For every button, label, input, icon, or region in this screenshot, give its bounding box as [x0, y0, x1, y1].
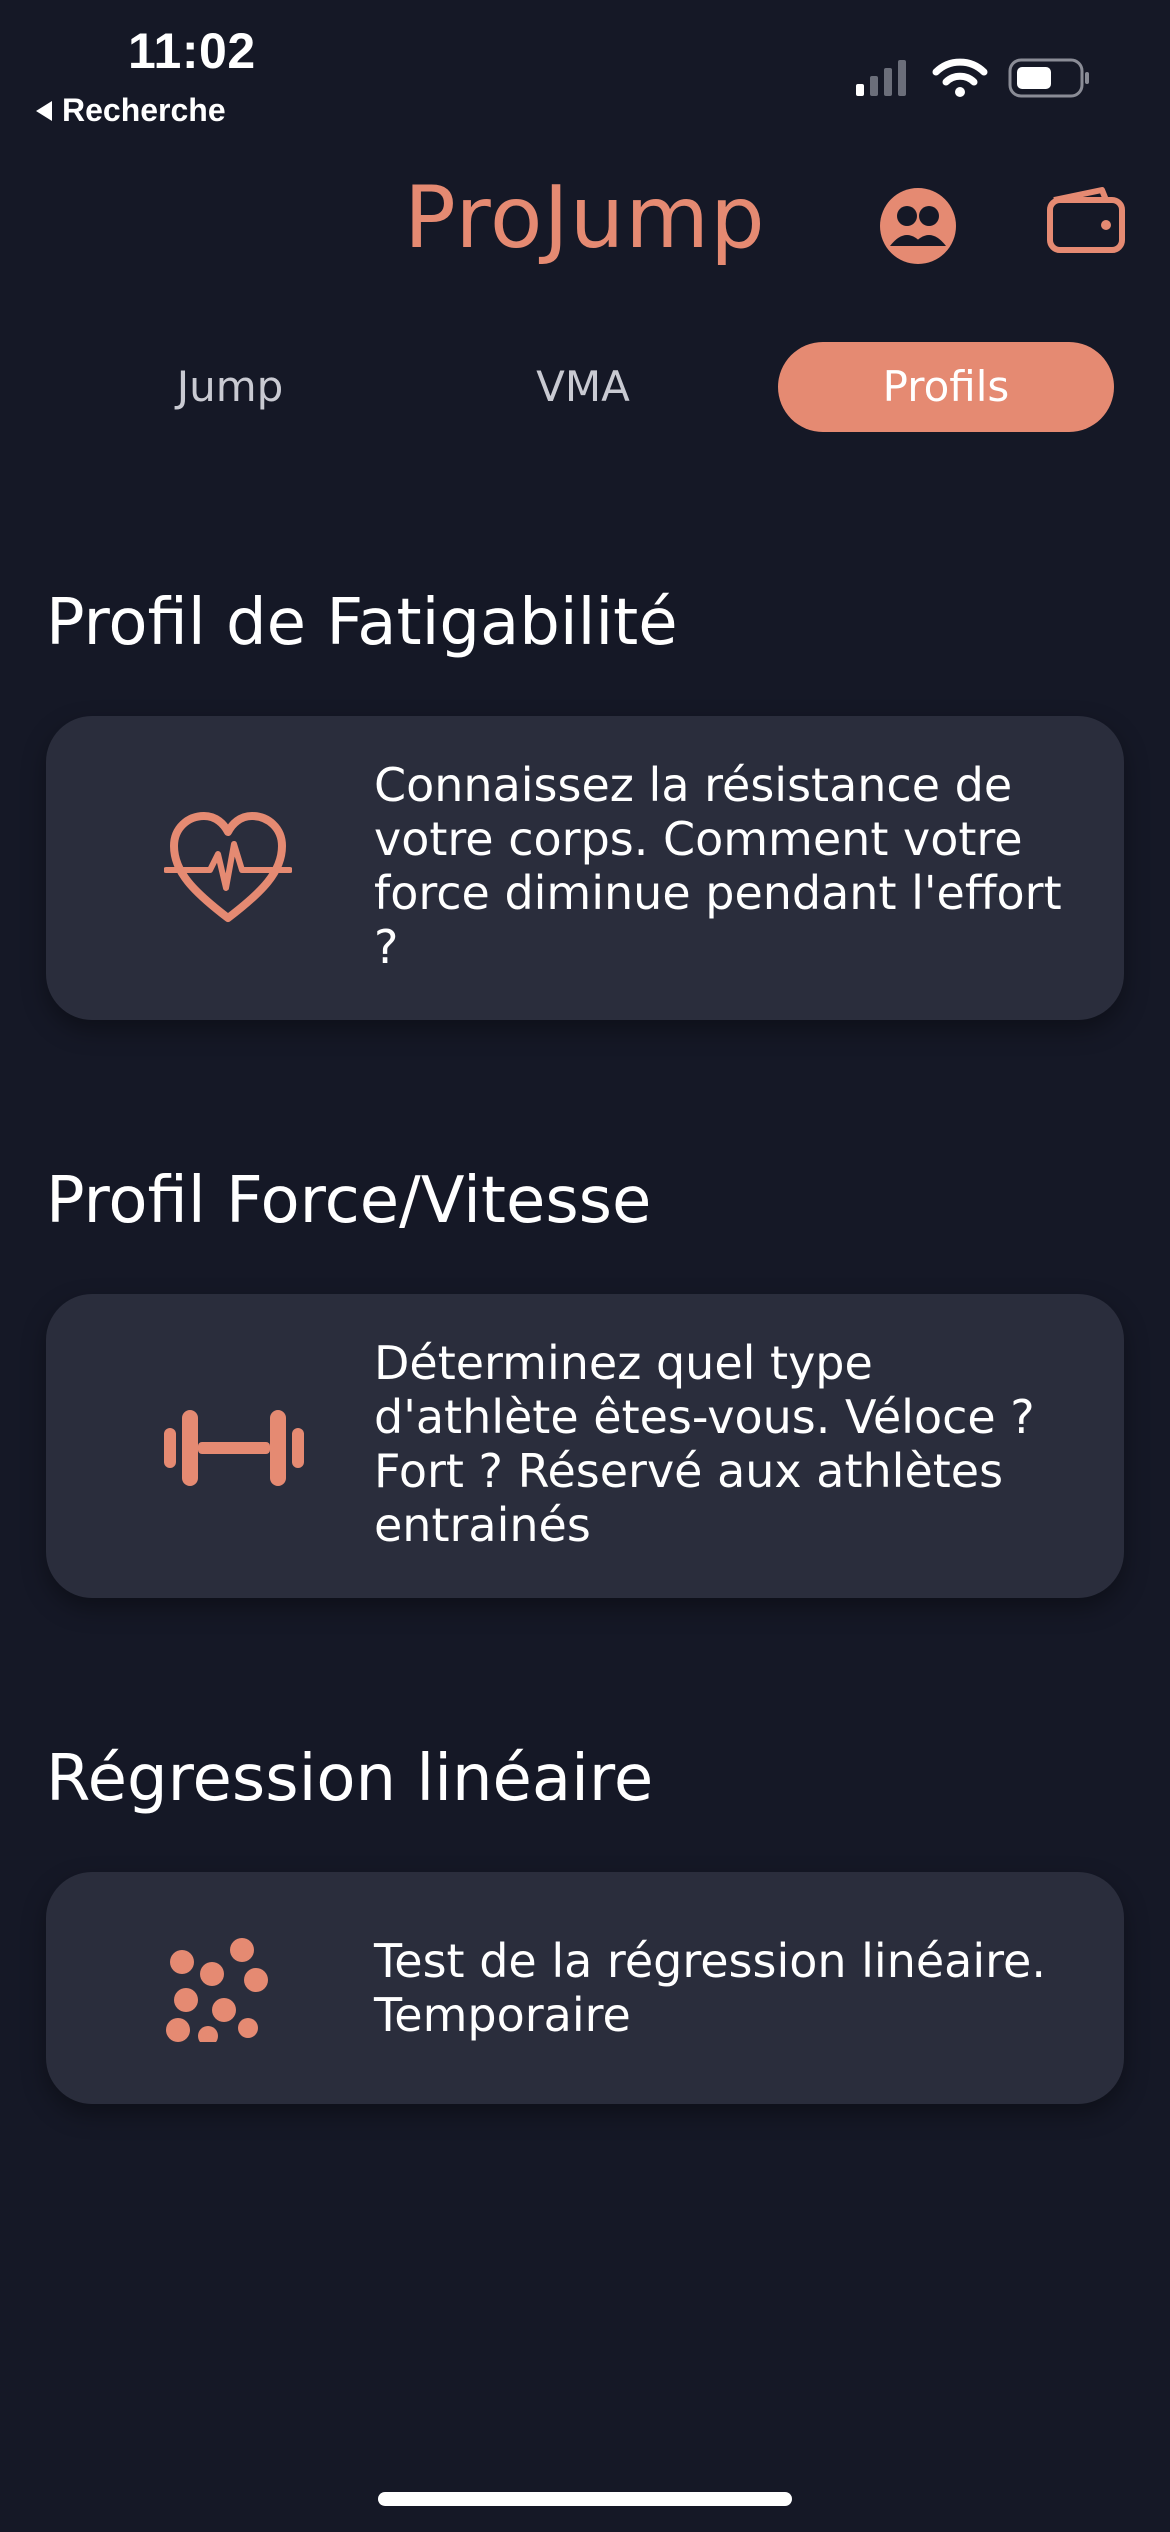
app-title: ProJump: [404, 168, 766, 268]
status-time: 11:02: [128, 23, 256, 79]
heart-pulse-icon: [164, 812, 292, 922]
home-indicator[interactable]: [378, 2492, 792, 2506]
tab-jump[interactable]: Jump: [56, 342, 404, 432]
dumbbell-icon: [164, 1410, 304, 1486]
profile-group-icon[interactable]: [878, 186, 958, 266]
wallet-icon[interactable]: [1046, 186, 1126, 256]
section-title-force-vitesse: Profil Force/Vitesse: [46, 1164, 652, 1238]
tab-bar: Jump VMA Profils: [56, 342, 1114, 432]
section-title-fatigabilite: Profil de Fatigabilité: [46, 586, 678, 660]
battery-icon: [1008, 58, 1089, 98]
back-arrow-icon: [36, 100, 52, 121]
card-fatigabilite[interactable]: Connaissez la résistance de votre corps.…: [46, 716, 1124, 1020]
back-to-search-link[interactable]: Recherche: [36, 92, 226, 129]
back-label: Recherche: [62, 92, 226, 128]
card-description: Connaissez la résistance de votre corps.…: [374, 758, 1062, 974]
card-regression[interactable]: Test de la régression linéaire. Temporai…: [46, 1872, 1124, 2104]
card-force-vitesse[interactable]: Déterminez quel type d'athlète êtes-vous…: [46, 1294, 1124, 1598]
scatter-dots-icon: [166, 1938, 268, 2042]
tab-profils[interactable]: Profils: [778, 342, 1114, 432]
card-description: Déterminez quel type d'athlète êtes-vous…: [374, 1336, 1035, 1552]
section-title-regression: Régression linéaire: [46, 1742, 654, 1816]
cellular-signal-icon: [856, 60, 906, 96]
wifi-icon: [932, 58, 988, 97]
status-indicators: [856, 58, 1089, 98]
tab-vma[interactable]: VMA: [409, 342, 757, 432]
card-description: Test de la régression linéaire. Temporai…: [374, 1934, 1046, 2042]
